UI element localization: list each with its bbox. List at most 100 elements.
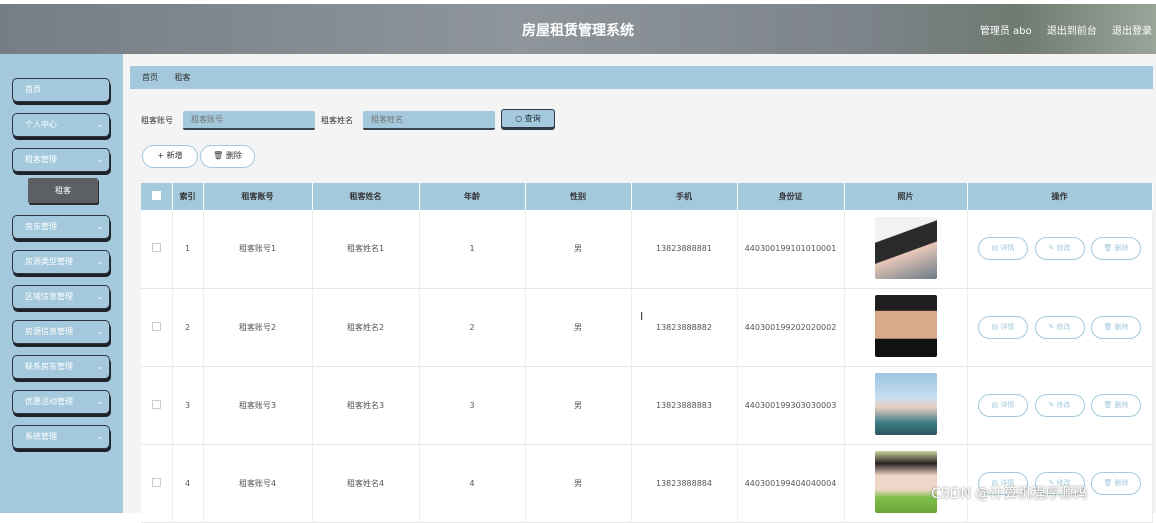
row-checkbox[interactable] (141, 210, 173, 289)
sidebar-item-listing-types[interactable]: 房源类型管理 ⌄ (12, 250, 110, 274)
table-row: 1 租客账号1 租客姓名1 1 男 13823888881 4403001991… (141, 210, 1153, 289)
chevron-down-icon: ⌄ (96, 362, 103, 371)
tenant-photo (874, 216, 937, 279)
account-search-input[interactable] (183, 111, 315, 130)
sidebar-item-home[interactable]: 首页 (12, 78, 110, 102)
sidebar-item-profile[interactable]: 个人中心 ⌄ (12, 113, 110, 137)
cell-photo (844, 366, 968, 445)
sidebar-item-label: 房源类型管理 (25, 257, 73, 266)
chevron-down-icon: ⌄ (96, 120, 103, 129)
detail-button[interactable]: ▤ 详情 (977, 237, 1028, 261)
edit-button[interactable]: ✎ 修改 (1034, 315, 1085, 339)
logout-link[interactable]: 退出登录 (1112, 26, 1152, 37)
sidebar-item-listings[interactable]: 房源信息管理 ⌄ (12, 320, 110, 344)
edit-button[interactable]: ✎ 修改 (1034, 237, 1085, 261)
admin-user-label: 管理员 abo (979, 26, 1032, 37)
edit-button[interactable]: ✎ 修改 (1034, 393, 1085, 417)
row-delete-label: 删除 (1114, 400, 1129, 409)
cell-index: 3 (172, 366, 204, 445)
app-header: 房屋租赁管理系统 管理员 abo 退出到前台 退出登录 (0, 4, 1156, 54)
delete-label: 删除 (225, 151, 242, 160)
cell-name: 租客姓名1 (312, 210, 420, 289)
row-checkbox[interactable] (141, 366, 173, 445)
chevron-down-icon: ⌄ (96, 222, 103, 231)
detail-label: 详情 (1000, 322, 1015, 331)
detail-label: 详情 (1000, 400, 1015, 409)
cell-gender: 男 (525, 288, 632, 367)
sidebar-subitem-tenant[interactable]: 租客 (28, 178, 98, 203)
cell-index: 2 (172, 288, 204, 367)
sidebar-item-system[interactable]: 系统管理 ⌄ (12, 425, 110, 449)
edit-label: 修改 (1056, 322, 1071, 331)
cell-gender: 男 (525, 366, 632, 445)
detail-button[interactable]: ▤ 详情 (977, 315, 1028, 339)
sidebar-item-label: 区域信息管理 (25, 292, 73, 301)
sidebar-item-label: 房东管理 (25, 222, 57, 231)
edit-label: 修改 (1056, 400, 1071, 409)
cell-account: 租客账号2 (203, 288, 313, 367)
row-checkbox[interactable] (141, 444, 173, 523)
tenant-photo (874, 373, 937, 435)
cell-age: 4 (419, 444, 526, 523)
breadcrumb: 首页 租客 (130, 66, 1153, 89)
cell-account: 租客账号1 (203, 210, 313, 289)
column-header: 性别 (525, 183, 632, 210)
header-user-area: 管理员 abo 退出到前台 退出登录 (968, 22, 1152, 37)
exit-to-front-link[interactable]: 退出到前台 (1047, 26, 1097, 37)
breadcrumb-home[interactable]: 首页 (142, 73, 158, 82)
name-search-input[interactable] (363, 111, 495, 130)
tenant-photo (874, 451, 937, 513)
chevron-down-icon: ⌄ (96, 257, 103, 266)
cell-index: 4 (172, 444, 204, 523)
name-label: 租客姓名 (321, 116, 353, 125)
table-row: 2 租客账号2 租客姓名2 2 男 13823888882 4403001992… (141, 288, 1153, 367)
cell-id: 440300199303030003 (737, 366, 845, 445)
cell-account: 租客账号3 (203, 366, 313, 445)
cell-phone: 13823888883 (631, 366, 738, 445)
row-delete-button[interactable]: 🗑 删除 (1091, 237, 1142, 261)
detail-button[interactable]: ▤ 详情 (977, 393, 1028, 417)
sidebar-item-label: 租客管理 (25, 155, 57, 164)
sidebar-item-contact-landlord[interactable]: 联系房东管理 ⌄ (12, 355, 110, 379)
cell-name: 租客姓名3 (312, 366, 420, 445)
sidebar-item-landlords[interactable]: 房东管理 ⌄ (12, 215, 110, 239)
cell-id: 440300199202020002 (737, 288, 845, 367)
row-delete-label: 删除 (1114, 478, 1129, 487)
tenant-photo (874, 295, 937, 357)
cell-phone: 13823888884 (631, 444, 738, 523)
row-delete-button[interactable]: 🗑 删除 (1091, 315, 1142, 339)
row-checkbox[interactable] (141, 288, 173, 367)
row-delete-label: 删除 (1114, 244, 1129, 253)
cell-age: 2 (419, 288, 526, 367)
select-all-checkbox[interactable] (141, 183, 173, 210)
delete-button[interactable]: 🗑 删除 (200, 145, 255, 168)
sidebar-item-label: 优惠活动管理 (25, 397, 73, 406)
query-button[interactable]: ○ 查询 (501, 109, 555, 128)
row-delete-button[interactable]: 🗑 删除 (1091, 393, 1142, 417)
chevron-down-icon: ⌄ (96, 155, 103, 164)
text-cursor-icon: I (640, 310, 644, 323)
cell-account: 租客账号4 (203, 444, 313, 523)
sidebar-item-promotions[interactable]: 优惠活动管理 ⌄ (12, 390, 110, 414)
table-row: 3 租客账号3 租客姓名3 3 男 13823888883 4403001993… (141, 366, 1153, 445)
cell-id: 440300199101010001 (737, 210, 845, 289)
table-header-row: 索引 租客账号 租客姓名 年龄 性别 手机 身份证 照片 操作 (141, 183, 1153, 210)
cell-name: 租客姓名2 (312, 288, 420, 367)
tenant-table: 索引 租客账号 租客姓名 年龄 性别 手机 身份证 照片 操作 1 租客账号1 … (141, 183, 1153, 523)
sidebar-item-regions[interactable]: 区域信息管理 ⌄ (12, 285, 110, 309)
cell-name: 租客姓名4 (312, 444, 420, 523)
sidebar-item-tenants[interactable]: 租客管理 ⌄ (12, 148, 110, 172)
detail-label: 详情 (1000, 244, 1015, 253)
breadcrumb-current: 租客 (174, 73, 191, 82)
cell-photo (844, 210, 968, 289)
sidebar-item-label: 房源信息管理 (25, 327, 73, 336)
cell-actions: ▤ 详情 ✎ 修改 🗑 删除 (967, 288, 1153, 367)
chevron-down-icon: ⌄ (96, 327, 103, 336)
add-button[interactable]: + 新增 (142, 145, 198, 168)
row-delete-button[interactable]: 🗑 删除 (1091, 471, 1142, 495)
watermark: CSDN @计算机程序源码 (931, 486, 1088, 502)
cell-gender: 男 (525, 444, 632, 523)
chevron-down-icon: ⌄ (96, 292, 103, 301)
chevron-down-icon: ⌄ (96, 397, 103, 406)
column-header: 索引 (172, 183, 204, 210)
